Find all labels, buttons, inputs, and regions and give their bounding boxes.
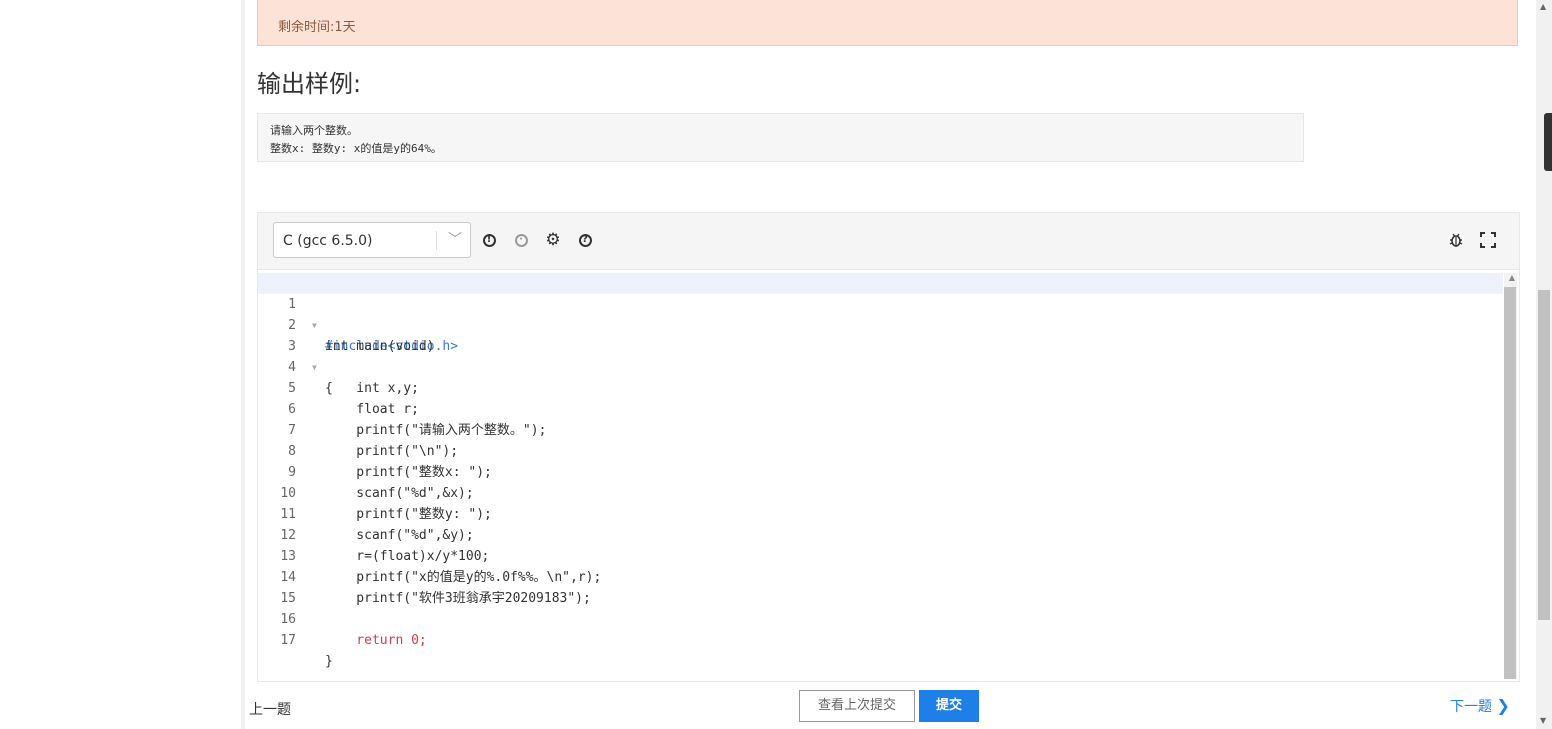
code-line: 11 scanf("%d",&y); <box>258 483 1503 543</box>
code-line: 10 printf("整数y: "); <box>258 462 1503 522</box>
fullscreen-icon[interactable] <box>1479 231 1497 249</box>
prev-question-link[interactable]: 上一题 <box>249 699 291 719</box>
scroll-down-icon[interactable]: ▼ <box>1540 716 1546 725</box>
view-last-submission-button[interactable]: 查看上次提交 <box>799 690 915 722</box>
chevron-right-icon: ❯ <box>1496 696 1510 715</box>
page-scrollbar-thumb[interactable] <box>1538 290 1550 620</box>
chevron-down-icon: ﹀ <box>448 232 462 248</box>
code-line: 2 int main(void) <box>258 294 1503 354</box>
editor-scrollbar-thumb[interactable] <box>1504 287 1516 679</box>
code-line: 12 r=(float)x/y*100; <box>258 504 1503 564</box>
code-token: return 0; <box>325 633 427 648</box>
language-select[interactable]: C (gcc 6.5.0) ﹀ <box>273 222 471 258</box>
debug-icon[interactable] <box>1447 231 1465 249</box>
help-icon[interactable]: ? <box>576 231 594 249</box>
code-line: 4 int x,y; <box>258 336 1503 396</box>
code-line: 5 float r; <box>258 357 1503 417</box>
language-value: C (gcc 6.5.0) <box>283 233 373 249</box>
code-text: } <box>325 654 333 669</box>
code-line: 13 printf("x的值是y的%.0f%%。\n",r); <box>258 525 1503 585</box>
next-question-label: 下一题 <box>1450 699 1492 715</box>
code-line: 3 ▼ { <box>258 315 1503 396</box>
code-line: 15 <box>258 567 1503 606</box>
submit-button[interactable]: 提交 <box>919 690 979 722</box>
code-line: 8 printf("整数x: "); <box>258 420 1503 480</box>
main-content: 剩余时间:1天 输出样例: 请输入两个整数。 整数x: 整数y: x的值是y的6… <box>245 0 1536 729</box>
history-icon[interactable]: · <box>512 231 530 249</box>
next-question-link[interactable]: 下一题 ❯ <box>1450 696 1510 716</box>
remaining-time-alert: 剩余时间:1天 <box>257 0 1518 46</box>
code-text: return 0; <box>325 630 427 651</box>
scroll-up-icon[interactable]: ▲ <box>1540 2 1546 11</box>
bottom-nav-bar: 上一题 查看上次提交 提交 下一题 ❯ <box>245 682 1536 729</box>
code-line: 9 scanf("%d",&x); <box>258 441 1503 501</box>
editor-toolbar: C (gcc 6.5.0) ﹀ ! · ⚙ ? <box>258 213 1519 270</box>
code-line: 17 } <box>258 609 1503 669</box>
code-line: 1 ▼ #include<stdio.h> <box>258 273 1503 354</box>
select-separator <box>436 231 437 250</box>
code-editor: C (gcc 6.5.0) ﹀ ! · ⚙ ? 1 ▼ #include<std… <box>257 212 1520 682</box>
sample-line: 请输入两个整数。 <box>270 124 358 137</box>
scroll-up-icon[interactable]: ▲ <box>1509 273 1515 282</box>
code-line: 14 printf("软件3班翁承宇20209183"); <box>258 546 1503 606</box>
info-icon[interactable]: ! <box>480 231 498 249</box>
code-line: 16 return 0; <box>258 588 1503 648</box>
code-line: 6 printf("请输入两个整数。"); <box>258 378 1503 438</box>
left-sidebar <box>0 0 242 729</box>
output-sample-box: 请输入两个整数。 整数x: 整数y: x的值是y的64%。 <box>257 113 1304 162</box>
side-panel-tab[interactable] <box>1544 113 1552 171</box>
sample-line: 整数x: 整数y: x的值是y的64%。 <box>270 142 442 155</box>
line-number: 17 <box>280 633 296 648</box>
code-area[interactable]: 1 ▼ #include<stdio.h> 2 int main(void) 3… <box>258 269 1503 681</box>
remaining-time-text: 剩余时间:1天 <box>278 20 356 35</box>
output-sample-title: 输出样例: <box>257 70 362 98</box>
settings-icon[interactable]: ⚙ <box>544 230 562 250</box>
code-line: 7 printf("\n"); <box>258 399 1503 459</box>
